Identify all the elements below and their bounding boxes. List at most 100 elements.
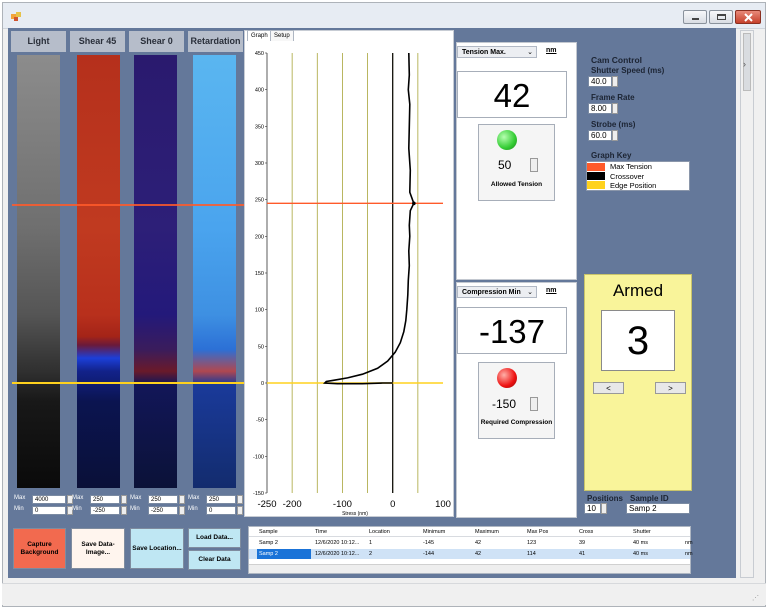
table-cell: 42 [475, 551, 482, 557]
table-cell: 1 [369, 540, 373, 546]
table-cell: 41 [579, 551, 586, 557]
title-bar [3, 3, 765, 29]
table-header-cell[interactable]: Maximum [475, 529, 499, 535]
shear0-max-input[interactable]: 250 [148, 495, 178, 504]
positions-spinner[interactable] [601, 503, 607, 514]
retardation-min-input[interactable]: 0 [206, 506, 236, 515]
table-cell: nm [685, 540, 693, 546]
graph-key-title: Graph Key [591, 151, 632, 160]
table-cell: 12/6/2020 10:12... [315, 540, 360, 546]
resize-grip-icon[interactable]: ⋰ [752, 594, 759, 602]
retardation-image [193, 55, 236, 488]
tension-mode-dropdown[interactable]: Tension Max. ⌄ [457, 46, 537, 58]
edge-position-key-label: Edge Position [610, 181, 657, 190]
light-min-input[interactable]: 0 [32, 506, 66, 515]
save-data-image-button[interactable]: Save Data-Image... [71, 528, 125, 569]
graph-panel: 450 400 350 300 250 200 150 100 50 0 -50 -100 -150 -2… [244, 30, 454, 517]
chevron-down-icon: ⌄ [527, 49, 533, 56]
table-header-cell[interactable]: Cross [579, 529, 593, 535]
table-cell: -145 [423, 540, 435, 546]
tab-setup[interactable]: Setup [270, 30, 294, 41]
compression-mode-dropdown[interactable]: Compression Min ⌄ [457, 286, 537, 298]
tension-limit-spinner[interactable] [530, 158, 538, 172]
sample-id-label: Sample ID [630, 494, 669, 503]
compression-limit-value[interactable]: -150 [492, 397, 516, 411]
shear45-image [77, 55, 120, 488]
table-cell: 42 [475, 540, 482, 546]
y-tick-label: 300 [255, 161, 264, 167]
table-cell: 114 [527, 551, 536, 557]
x-tick-label: 100 [435, 499, 451, 510]
shear0-min-spinner[interactable] [179, 506, 185, 515]
results-table: Sample Time Location Minimum Maximum Max Pos C… [248, 526, 693, 574]
tab-graph[interactable]: Graph [247, 30, 272, 41]
edge-position-line-images [12, 382, 244, 384]
shear45-min-spinner[interactable] [121, 506, 127, 515]
retardation-max-input[interactable]: 250 [206, 495, 236, 504]
table-header-cell[interactable]: Max Pos [527, 529, 548, 535]
chevron-down-icon: ⌄ [527, 289, 533, 296]
table-header-cell[interactable]: Shutter [633, 529, 651, 535]
maximize-icon [717, 14, 726, 20]
max-tension-swatch [587, 163, 605, 171]
table-cell: 39 [579, 540, 586, 546]
shear0-image [134, 55, 177, 488]
edge-position-swatch [587, 181, 605, 189]
retardation-min-spinner[interactable] [237, 506, 243, 515]
shutter-speed-label: Shutter Speed (ms) [591, 66, 665, 75]
save-location-button[interactable]: Save Location... [130, 528, 184, 569]
table-cell: -144 [423, 551, 435, 557]
frame-rate-spinner[interactable] [612, 103, 618, 114]
strobe-input[interactable]: 60.0 [588, 130, 612, 141]
positions-input[interactable]: 10 [584, 503, 601, 514]
y-tick-label: 200 [255, 234, 264, 240]
shear45-max-input[interactable]: 250 [90, 495, 120, 504]
shear45-min-input[interactable]: -250 [90, 506, 120, 515]
side-scrollbar[interactable]: › [740, 30, 754, 578]
table-header-cell[interactable]: Location [369, 529, 390, 535]
compression-unit-link[interactable]: nm [546, 287, 557, 294]
table-cell: 40 ms [633, 540, 648, 546]
close-button[interactable] [735, 10, 761, 24]
column-header-retardation: Retardation [188, 31, 243, 52]
strobe-label: Strobe (ms) [591, 120, 636, 129]
strobe-spinner[interactable] [612, 130, 618, 141]
retardation-max-spinner[interactable] [237, 495, 243, 504]
tension-limit-box [478, 124, 555, 201]
tension-unit-link[interactable]: nm [546, 47, 557, 54]
sample-id-input[interactable]: Samp 2 [626, 503, 690, 514]
clear-data-button[interactable]: Clear Data [188, 550, 241, 570]
table-header-cell[interactable]: Sample [259, 529, 278, 535]
light-max-input[interactable]: 4000 [32, 495, 66, 504]
table-cell: Samp 2 [259, 540, 278, 546]
table-header-cell[interactable]: Minimum [423, 529, 445, 535]
table-cell: 12/6/2020 10:12... [315, 551, 360, 557]
close-icon [744, 13, 753, 22]
table-cell: nm [685, 551, 693, 557]
table-header-cell[interactable]: Time [315, 529, 327, 535]
shutter-speed-spinner[interactable] [612, 76, 618, 87]
stress-chart: 450 400 350 300 250 200 150 100 50 0 -50 -100 -150 -2… [253, 51, 451, 517]
y-tick-label: -100 [253, 454, 264, 460]
prev-position-button[interactable]: < [593, 382, 624, 394]
compression-value-display: -137 [457, 307, 567, 354]
shear0-min-input[interactable]: -250 [148, 506, 178, 515]
compression-limit-box [478, 362, 555, 439]
column-header-light: Light [11, 31, 66, 52]
next-position-button[interactable]: > [655, 382, 686, 394]
positions-label: Positions [587, 494, 624, 503]
capture-background-button[interactable]: Capture Background [13, 528, 66, 569]
shear0-max-spinner[interactable] [179, 495, 185, 504]
max-marker [412, 201, 416, 206]
shutter-speed-input[interactable]: 40.0 [588, 76, 612, 87]
frame-rate-input[interactable]: 8.00 [588, 103, 612, 114]
expand-arrow-icon[interactable]: › [743, 59, 746, 69]
load-data-button[interactable]: Load Data... [188, 528, 241, 548]
maximize-button[interactable] [709, 10, 733, 24]
minimize-button[interactable] [683, 10, 707, 24]
shear45-max-spinner[interactable] [121, 495, 127, 504]
table-horizontal-scrollbar[interactable] [249, 564, 690, 573]
compression-limit-spinner[interactable] [530, 397, 538, 411]
tension-limit-value[interactable]: 50 [498, 158, 511, 172]
y-tick-label: 250 [255, 198, 264, 204]
